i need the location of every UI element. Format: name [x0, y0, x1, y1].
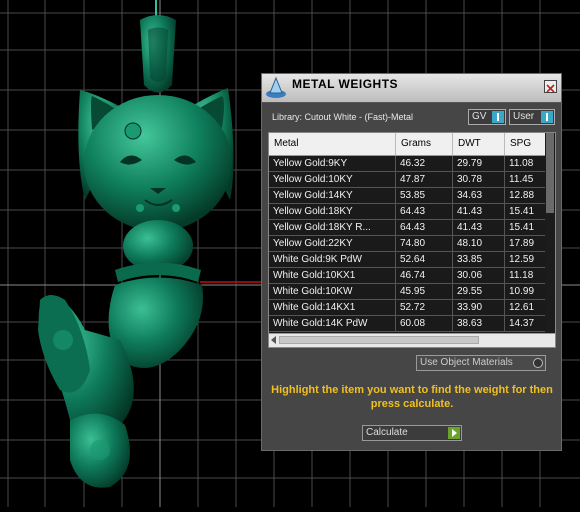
metal-cell: Yellow Gold:18KY R... [269, 220, 396, 235]
calculate-label: Calculate [366, 427, 408, 438]
spg-cell: 17.89 [505, 236, 549, 251]
dwt-cell: 34.63 [453, 188, 505, 203]
metal-cell: White Gold:14KX1 [269, 300, 396, 315]
table-row[interactable]: White Gold:9K PdW 52.64 33.85 12.59 [269, 252, 549, 268]
panel-title: METAL WEIGHTS [292, 77, 399, 91]
metal-cell: Yellow Gold:10KY [269, 172, 396, 187]
metal-cell: Yellow Gold:18KY [269, 204, 396, 219]
metal-cell: Yellow Gold:22KY [269, 236, 396, 251]
toggle-switch-icon [492, 111, 504, 123]
table-row[interactable]: Yellow Gold:14KY 53.85 34.63 12.88 [269, 188, 549, 204]
use-object-materials-option[interactable]: Use Object Materials [416, 355, 546, 371]
dwt-cell: 41.43 [453, 220, 505, 235]
column-header-grams[interactable]: Grams [396, 133, 453, 155]
column-header-dwt[interactable]: DWT [453, 133, 505, 155]
dwt-cell: 29.79 [453, 156, 505, 171]
metal-weights-panel: METAL WEIGHTS Library: Cutout White - (F… [261, 73, 562, 451]
close-button[interactable] [544, 80, 557, 93]
scrollbar-thumb[interactable] [546, 133, 554, 213]
scroll-left-arrow-icon[interactable] [271, 336, 276, 344]
column-header-spg[interactable]: SPG [505, 133, 549, 155]
spg-cell: 15.41 [505, 220, 549, 235]
metal-cell: White Gold:10KW [269, 284, 396, 299]
grams-cell: 60.08 [396, 316, 453, 331]
radio-icon [533, 358, 543, 368]
table-row[interactable]: Yellow Gold:18KY R... 64.43 41.43 15.41 [269, 220, 549, 236]
spg-cell: 14.37 [505, 316, 549, 331]
grams-cell: 64.43 [396, 204, 453, 219]
grams-cell: 46.74 [396, 268, 453, 283]
table-row[interactable]: White Gold:14K PdW 60.08 38.63 14.37 [269, 316, 549, 332]
calculate-button[interactable]: Calculate [362, 425, 462, 441]
grams-cell: 74.80 [396, 236, 453, 251]
grams-cell: 45.95 [396, 284, 453, 299]
dwt-cell: 33.85 [453, 252, 505, 267]
horizontal-scrollbar-thumb[interactable] [279, 336, 479, 344]
dwt-cell: 38.63 [453, 316, 505, 331]
table-row[interactable]: Yellow Gold:10KY 47.87 30.78 11.45 [269, 172, 549, 188]
dwt-cell: 33.90 [453, 300, 505, 315]
metal-cell: Yellow Gold:9KY [269, 156, 396, 171]
play-icon [448, 427, 460, 439]
column-header-metal[interactable]: Metal [269, 133, 396, 155]
table-row[interactable]: White Gold:10KW 45.95 29.55 10.99 [269, 284, 549, 300]
table-header: Metal Grams DWT SPG [269, 133, 549, 156]
table-row[interactable]: Yellow Gold:22KY 74.80 48.10 17.89 [269, 236, 549, 252]
table-row[interactable]: Yellow Gold:18KY 64.43 41.43 15.41 [269, 204, 549, 220]
vertical-scrollbar[interactable] [545, 133, 555, 332]
grams-cell: 52.72 [396, 300, 453, 315]
grams-cell: 53.85 [396, 188, 453, 203]
metal-cell: White Gold:9K PdW [269, 252, 396, 267]
horizontal-scrollbar[interactable] [269, 333, 555, 347]
spg-cell: 12.61 [505, 300, 549, 315]
grams-cell: 47.87 [396, 172, 453, 187]
cat-pendant-model[interactable] [38, 15, 234, 488]
instruction-text: Highlight the item you want to find the … [271, 384, 553, 410]
table-row[interactable]: White Gold:10KX1 46.74 30.06 11.18 [269, 268, 549, 284]
dwt-cell: 30.06 [453, 268, 505, 283]
spg-cell: 11.08 [505, 156, 549, 171]
gv-toggle[interactable]: GV [468, 109, 506, 125]
spg-cell: 11.45 [505, 172, 549, 187]
dwt-cell: 29.55 [453, 284, 505, 299]
spg-cell: 15.41 [505, 204, 549, 219]
table-row[interactable]: Yellow Gold:9KY 46.32 29.79 11.08 [269, 156, 549, 172]
spg-cell: 12.59 [505, 252, 549, 267]
grams-cell: 46.32 [396, 156, 453, 171]
title-bar[interactable]: METAL WEIGHTS [262, 74, 561, 103]
spg-cell: 10.99 [505, 284, 549, 299]
metal-cell: White Gold:14K PdW [269, 316, 396, 331]
use-object-materials-label: Use Object Materials [420, 357, 513, 368]
spg-cell: 12.88 [505, 188, 549, 203]
close-icon [546, 84, 555, 93]
table-row[interactable]: White Gold:14KX1 52.72 33.90 12.61 [269, 300, 549, 316]
user-toggle[interactable]: User [509, 109, 555, 125]
metal-cell: Yellow Gold:14KY [269, 188, 396, 203]
library-label: Library: Cutout White - (Fast)-Metal [272, 112, 414, 122]
dwt-cell: 41.43 [453, 204, 505, 219]
spg-cell: 11.18 [505, 268, 549, 283]
metal-weights-table[interactable]: Metal Grams DWT SPG Yellow Gold:9KY 46.32… [268, 132, 556, 348]
toggle-switch-icon [541, 111, 553, 123]
grams-cell: 64.43 [396, 220, 453, 235]
user-toggle-label: User [513, 111, 535, 122]
dwt-cell: 48.10 [453, 236, 505, 251]
grams-cell: 52.64 [396, 252, 453, 267]
app-logo-icon [266, 76, 286, 98]
metal-cell: White Gold:10KX1 [269, 268, 396, 283]
dwt-cell: 30.78 [453, 172, 505, 187]
gv-toggle-label: GV [472, 111, 487, 122]
